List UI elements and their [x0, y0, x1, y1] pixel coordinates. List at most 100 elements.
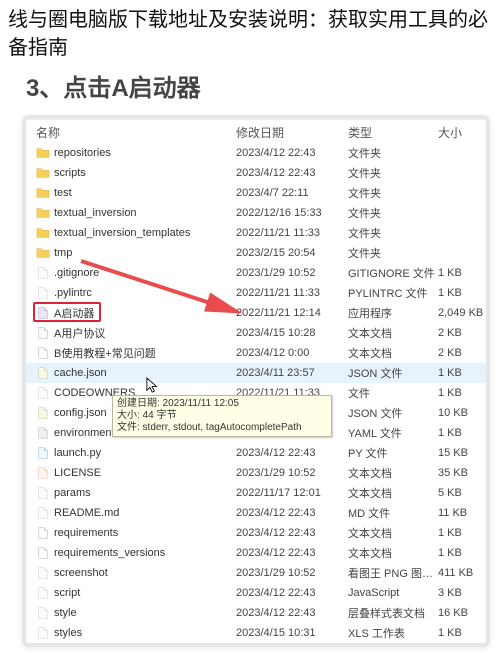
file-name: style — [54, 607, 77, 619]
file-date: 2023/4/15 10:31 — [236, 627, 348, 639]
folder-icon — [36, 146, 50, 160]
file-size: 15 KB — [438, 447, 488, 459]
txt-icon — [36, 526, 50, 540]
file-name: requirements_versions — [54, 547, 165, 559]
file-name: cache.json — [54, 367, 107, 379]
file-type: 文件夹 — [348, 225, 438, 241]
file-row[interactable]: .pylintrc 2022/11/21 11:33 PYLINTRC 文件 1… — [26, 283, 486, 303]
folder-icon — [36, 166, 50, 180]
file-row[interactable]: LICENSE 2023/1/29 10:52 文本文档 35 KB — [26, 463, 486, 483]
json-icon — [36, 366, 50, 380]
file-date: 2022/11/21 12:14 — [236, 307, 348, 319]
file-row[interactable]: README.md 2023/4/12 22:43 MD 文件 11 KB — [26, 503, 486, 523]
file-row[interactable]: config.json 2023/4/12 22:43 JSON 文件 10 K… — [26, 403, 486, 423]
file-name: textual_inversion_templates — [54, 227, 190, 239]
file-name: tmp — [54, 247, 72, 259]
file-size: 411 KB — [438, 567, 490, 579]
file-date: 2023/4/12 22:43 — [236, 607, 348, 619]
file-type: XLS 工作表 — [348, 625, 438, 641]
folder-icon — [36, 246, 50, 260]
file-size: 3 KB — [438, 587, 482, 599]
file-icon — [36, 266, 50, 280]
file-date: 2023/4/12 22:43 — [236, 547, 348, 559]
col-header-size[interactable]: 大小 — [438, 124, 480, 141]
file-name: .pylintrc — [54, 287, 92, 299]
file-row[interactable]: B使用教程+常见问题 2023/4/12 0:00 文本文档 2 KB — [26, 343, 486, 363]
file-date: 2023/4/12 22:43 — [236, 587, 348, 599]
file-name: B使用教程+常见问题 — [54, 345, 156, 361]
file-row[interactable]: script 2023/4/12 22:43 JavaScript 3 KB — [26, 583, 486, 603]
yaml-icon — [36, 426, 50, 440]
file-name: CODEOWNERS — [54, 387, 135, 399]
file-date: 2023/1/29 10:52 — [236, 567, 348, 579]
file-row[interactable]: cache.json 2023/4/11 23:57 JSON 文件 1 KB — [26, 363, 486, 383]
file-date: 2022/11/21 11:33 — [236, 387, 348, 399]
file-row[interactable]: textual_inversion 2022/12/16 15:33 文件夹 — [26, 203, 486, 223]
file-row[interactable]: tmp 2023/2/15 20:54 文件夹 — [26, 243, 486, 263]
file-row[interactable]: A用户协议 2023/4/15 10:28 文本文档 2 KB — [26, 323, 486, 343]
file-type: 文本文档 — [348, 325, 438, 341]
file-icon — [36, 566, 50, 580]
file-date: 2023/4/12 0:00 — [236, 347, 348, 359]
file-size: 1 KB — [438, 627, 482, 639]
file-row[interactable]: environment-… 2023/1/29 10:52 YAML 文件 1 … — [26, 423, 486, 443]
file-name: A启动器 — [54, 305, 94, 321]
file-date: 2022/12/16 15:33 — [236, 207, 348, 219]
column-header-row: 名称 修改日期 类型 大小 — [26, 119, 486, 143]
file-date: 2023/4/12 22:43 — [236, 147, 348, 159]
col-header-name[interactable]: 名称 — [36, 124, 236, 141]
col-header-type[interactable]: 类型 — [348, 124, 438, 141]
file-type: 文件 — [348, 385, 438, 401]
file-row[interactable]: CODEOWNERS 2022/11/21 11:33 文件 1 KB — [26, 383, 486, 403]
file-row[interactable]: launch.py 2023/4/12 22:43 PY 文件 15 KB — [26, 443, 486, 463]
file-row[interactable]: styles 2023/4/15 10:31 XLS 工作表 1 KB — [26, 623, 486, 643]
file-date: 2023/1/29 10:52 — [236, 427, 348, 439]
file-date: 2022/11/21 11:33 — [236, 227, 348, 239]
file-row[interactable]: style 2023/4/12 22:43 层叠样式表文档 16 KB — [26, 603, 486, 623]
file-date: 2022/11/17 12:01 — [236, 487, 348, 499]
file-date: 2023/2/15 20:54 — [236, 247, 348, 259]
file-date: 2023/4/11 23:57 — [236, 367, 348, 379]
file-row[interactable]: textual_inversion_templates 2022/11/21 1… — [26, 223, 486, 243]
file-date: 2023/4/12 22:43 — [236, 407, 348, 419]
file-row[interactable]: A启动器 2022/11/21 12:14 应用程序 2,049 KB — [26, 303, 486, 323]
folder-icon — [36, 206, 50, 220]
exe-icon — [36, 306, 50, 320]
step-heading: 3、点击A启动器 — [0, 64, 500, 111]
file-size: 2,049 KB — [438, 307, 490, 319]
file-size: 1 KB — [438, 367, 482, 379]
file-list: repositories 2023/4/12 22:43 文件夹 scripts… — [26, 143, 486, 643]
file-row[interactable]: requirements_versions 2023/4/12 22:43 文本… — [26, 543, 486, 563]
file-row[interactable]: screenshot 2023/1/29 10:52 看图王 PNG 图片… 4… — [26, 563, 486, 583]
file-row[interactable]: params 2022/11/17 12:01 文本文档 5 KB — [26, 483, 486, 503]
file-size: 11 KB — [438, 507, 487, 519]
file-type: 文件夹 — [348, 245, 438, 261]
file-date: 2023/1/29 10:52 — [236, 467, 348, 479]
file-row[interactable]: scripts 2023/4/12 22:43 文件夹 — [26, 163, 486, 183]
file-name: requirements — [54, 527, 118, 539]
file-icon — [36, 386, 50, 400]
file-row[interactable]: requirements 2023/4/12 22:43 文本文档 1 KB — [26, 523, 486, 543]
file-name: test — [54, 187, 72, 199]
file-row[interactable]: repositories 2023/4/12 22:43 文件夹 — [26, 143, 486, 163]
file-type: JavaScript — [348, 587, 438, 599]
file-size: 2 KB — [438, 347, 482, 359]
file-date: 2023/4/12 22:43 — [236, 167, 348, 179]
file-name: scripts — [54, 167, 86, 179]
file-icon — [36, 626, 50, 640]
file-name: launch.py — [54, 447, 101, 459]
file-type: 应用程序 — [348, 305, 438, 321]
file-icon — [36, 586, 50, 600]
file-size: 1 KB — [438, 427, 482, 439]
file-type: PYLINTRC 文件 — [348, 285, 438, 301]
file-date: 2023/1/29 10:52 — [236, 267, 348, 279]
file-type: 看图王 PNG 图片… — [348, 565, 438, 581]
file-row[interactable]: test 2023/4/7 22:11 文件夹 — [26, 183, 486, 203]
file-type: 文件夹 — [348, 165, 438, 181]
txt-icon — [36, 346, 50, 360]
file-row[interactable]: .gitignore 2023/1/29 10:52 GITIGNORE 文件 … — [26, 263, 486, 283]
file-size: 1 KB — [438, 267, 482, 279]
col-header-date[interactable]: 修改日期 — [236, 124, 348, 141]
file-date: 2023/4/12 22:43 — [236, 447, 348, 459]
file-type: GITIGNORE 文件 — [348, 265, 438, 281]
